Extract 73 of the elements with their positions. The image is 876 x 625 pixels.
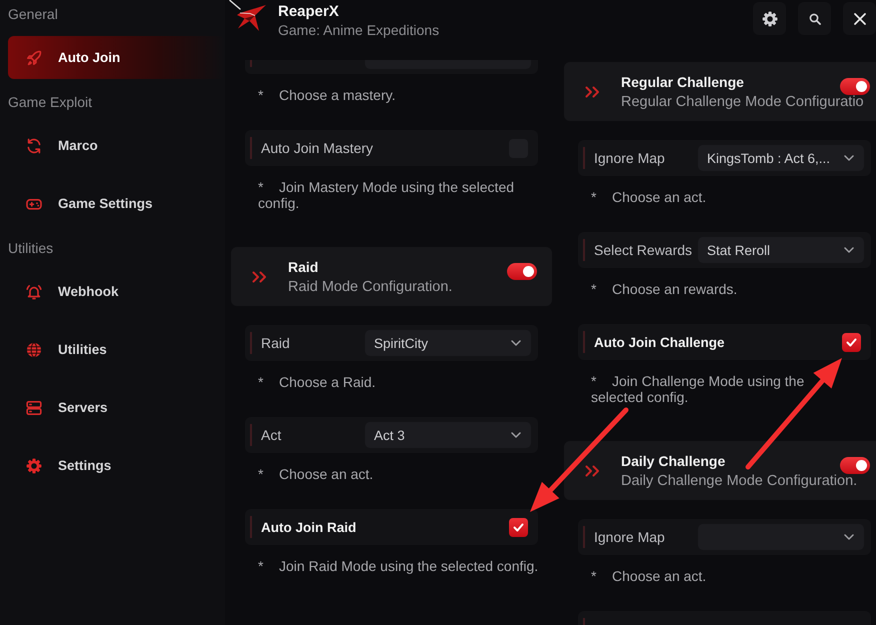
app-title: ReaperX	[278, 3, 340, 21]
chevron-down-icon	[511, 432, 521, 438]
checkmark-icon	[846, 338, 857, 346]
accent-bar	[583, 331, 585, 353]
double-chevron-icon	[252, 271, 267, 283]
nav-item[interactable]: Settings	[8, 444, 225, 487]
double-chevron-icon	[585, 465, 600, 477]
game-subtitle: Game: Anime Expeditions	[278, 21, 440, 39]
bell-icon	[26, 284, 42, 300]
double-chevron-icon	[585, 86, 600, 98]
section-label: General	[8, 5, 58, 24]
nav-item[interactable]: Webhook	[8, 270, 225, 313]
setting-label: Raid	[261, 335, 291, 351]
settings-button[interactable]	[753, 2, 786, 35]
setting-label: Act	[261, 427, 282, 443]
search-button[interactable]	[798, 2, 831, 35]
chevron-down-icon	[844, 155, 854, 161]
dropdown[interactable]: Act 3	[365, 422, 531, 448]
section-subtitle: Regular Challenge Mode Configuratio	[621, 95, 864, 109]
settings-icon	[762, 10, 778, 26]
setting-label: Auto Join Challenge	[594, 334, 726, 350]
accent-bar	[583, 239, 585, 261]
setting-label: Auto Join Raid	[261, 520, 358, 534]
setting-label: Ignore Map	[594, 150, 666, 166]
dropdown[interactable]: SpiritCity	[365, 330, 531, 356]
search-icon	[808, 12, 820, 24]
setting-label: Auto Join Mastery	[261, 140, 374, 156]
globe-icon	[26, 342, 42, 358]
hint-text: * Choose a Raid.	[258, 374, 377, 390]
checkbox[interactable]	[842, 332, 861, 352]
section-label: Game Exploit	[8, 93, 92, 112]
dropdown[interactable]: KingsTomb : Act 6,...	[698, 145, 864, 171]
section-subtitle: Raid Mode Configuration.	[288, 280, 452, 294]
accent-bar	[583, 147, 585, 169]
section-label: Utilities	[8, 239, 54, 258]
accent-bar	[583, 526, 585, 548]
toggle-switch[interactable]	[507, 263, 537, 280]
nav-item[interactable]: Marco	[8, 124, 225, 167]
toggle-switch[interactable]	[840, 78, 870, 95]
chevron-down-icon	[511, 340, 521, 346]
accent-bar	[250, 332, 252, 354]
toggle-switch[interactable]	[840, 457, 870, 474]
close-button[interactable]	[843, 2, 876, 35]
checkmark-icon	[513, 522, 524, 532]
hint-text: * Choose an act.	[258, 466, 374, 482]
section-title: Raid	[288, 258, 318, 276]
nav-item[interactable]: Utilities	[8, 328, 225, 371]
checkbox[interactable]	[509, 518, 528, 536]
hint-text: * Choose an rewards.	[591, 281, 738, 297]
nav-item[interactable]: Servers	[8, 386, 225, 429]
chevron-down-icon	[844, 534, 854, 540]
section-title: Regular Challenge	[621, 73, 744, 91]
hint-text: * Choose a mastery.	[258, 87, 396, 103]
setting-label: Ignore Map	[594, 529, 666, 545]
server-icon	[26, 400, 42, 416]
hint-text: * Join Mastery Mode using the selected config.	[258, 179, 516, 211]
hint-text: * Join Challenge Mode using the selected config.	[591, 373, 806, 405]
rocket-icon	[26, 50, 42, 66]
hint-text: * Join Raid Mode using the selected config.	[258, 558, 540, 574]
hint-text: * Choose an act.	[591, 189, 708, 205]
hint-text: * Choose an act.	[591, 568, 708, 584]
dropdown[interactable]: Stat Reroll	[698, 237, 864, 263]
chevron-down-icon	[844, 247, 854, 253]
accent-bar	[250, 424, 252, 446]
close-icon	[852, 12, 866, 26]
refresh-icon	[26, 138, 42, 154]
settings-icon	[26, 458, 42, 474]
accent-bar	[250, 137, 252, 159]
accent-bar	[250, 516, 252, 538]
section-title: Daily Challenge	[621, 452, 726, 470]
setting-label: Select Rewards	[594, 242, 694, 258]
section-subtitle: Daily Challenge Mode Configuration.	[621, 474, 858, 488]
nav-item[interactable]: Game Settings	[8, 182, 225, 225]
